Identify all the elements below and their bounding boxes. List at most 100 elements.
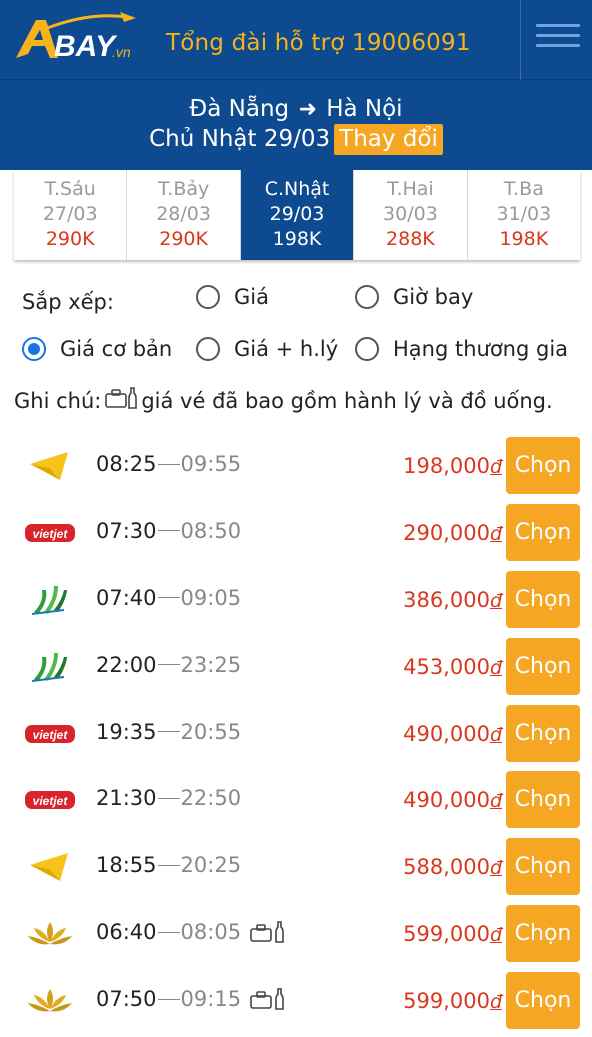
radio-icon[interactable]: [355, 285, 379, 309]
flight-row: vietjet 19:35 20:55 490,000đ Chọn: [0, 700, 592, 767]
fare-note: Ghi chú: giá vé đã bao gồm hành lý và đồ…: [14, 386, 553, 415]
flight-times: 18:55 20:25: [96, 853, 241, 877]
flight-row: 22:00 23:25 453,000đ Chọn: [0, 633, 592, 700]
arrival-time: 20:25: [180, 853, 242, 878]
sort-option-label: Giá: [234, 285, 269, 309]
select-flight-button[interactable]: Chọn: [506, 570, 580, 628]
time-separator: [157, 931, 180, 933]
logo-text: BAY: [54, 30, 118, 63]
flight-price: 599,000đ: [403, 922, 502, 946]
date-tab[interactable]: T.Bảy 28/03 290K: [127, 170, 241, 260]
departure-time: 07:40: [96, 585, 157, 610]
select-flight-button[interactable]: Chọn: [506, 771, 580, 829]
time-separator: [157, 864, 180, 866]
flight-row: 08:25 09:55 198,000đ Chọn: [0, 432, 592, 499]
flight-list: 08:25 09:55 198,000đ Chọn vietjet 07:30 08:50 2…: [0, 432, 592, 1034]
tab-day: T.Ba: [503, 178, 544, 200]
tab-day: T.Bảy: [157, 178, 210, 200]
radio-icon[interactable]: [196, 285, 220, 309]
arrival-time: 23:25: [180, 652, 242, 677]
flight-price: 588,000đ: [403, 855, 502, 879]
bamboo-airways-logo-icon: [31, 585, 67, 615]
select-flight-button[interactable]: Chọn: [506, 503, 580, 561]
abay-logo[interactable]: BAY .vn: [12, 10, 142, 66]
select-flight-button[interactable]: Chọn: [506, 838, 580, 896]
departure-time: 19:35: [96, 719, 157, 744]
price-value: 588,000: [403, 855, 490, 880]
jetstar-logo-icon: [30, 452, 68, 480]
select-flight-button[interactable]: Chọn: [506, 437, 580, 494]
route-summary: Đà Nẵng ➜ Hà Nội Chủ Nhật 29/03 Thay đổi: [0, 80, 592, 170]
menu-divider: [520, 0, 521, 80]
arrival-time: 09:05: [180, 585, 242, 610]
sort-option-price[interactable]: Giá: [196, 285, 269, 309]
sort-option-fare-baggage[interactable]: Giá + h.lý: [196, 337, 338, 361]
radio-icon[interactable]: [196, 337, 220, 361]
currency-symbol: đ: [489, 857, 502, 880]
time-separator: [157, 664, 180, 666]
currency-symbol: đ: [489, 522, 502, 545]
sort-option-label: Hạng thương gia: [393, 337, 569, 361]
sort-option-flight-time[interactable]: Giờ bay: [355, 285, 473, 309]
hamburger-icon[interactable]: [536, 24, 580, 54]
departure-time: 06:40: [96, 920, 157, 945]
date-tab[interactable]: T.Hai 30/03 288K: [354, 170, 468, 260]
radio-selected-icon[interactable]: [22, 337, 46, 361]
departure-time: 07:50: [96, 987, 157, 1012]
tab-date: 31/03: [496, 203, 552, 225]
vietjet-logo-icon: vietjet: [25, 791, 75, 810]
vietjet-logo-icon: vietjet: [25, 724, 75, 743]
arrival-time: 09:15: [180, 987, 242, 1012]
arrival-time: 20:55: [180, 719, 242, 744]
departure-time: 21:30: [96, 786, 157, 811]
flight-times: 07:30 08:50: [96, 519, 241, 543]
currency-symbol: đ: [489, 790, 502, 813]
flight-times: 21:30 22:50: [96, 786, 241, 810]
sort-option-base-fare[interactable]: Giá cơ bản: [22, 337, 172, 361]
tab-day: C.Nhật: [264, 178, 330, 200]
route-line: Đà Nẵng ➜ Hà Nội: [0, 96, 592, 122]
flight-row: 07:50 09:15 599,000đ Chọn: [0, 967, 592, 1034]
arrival-time: 09:55: [180, 452, 242, 476]
flight-price: 599,000đ: [403, 989, 502, 1013]
currency-symbol: đ: [489, 589, 502, 612]
flight-times: 06:40 08:05: [96, 920, 287, 944]
departure-time: 07:30: [96, 518, 157, 543]
baggage-drink-icon: [249, 987, 287, 1011]
select-flight-button[interactable]: Chọn: [506, 637, 580, 695]
tab-price: 198K: [499, 228, 549, 250]
arrow-right-icon: ➜: [298, 97, 317, 122]
tab-price: 198K: [272, 228, 322, 250]
select-flight-button[interactable]: Chọn: [506, 972, 580, 1030]
vietjet-logo-icon: vietjet: [25, 523, 75, 542]
origin-city: Đà Nẵng: [189, 96, 290, 122]
price-value: 599,000: [403, 989, 490, 1014]
flight-price: 453,000đ: [403, 655, 502, 679]
date-tab[interactable]: T.Ba 31/03 198K: [468, 170, 580, 260]
sort-option-label: Giá cơ bản: [60, 337, 173, 361]
price-value: 290,000: [403, 520, 490, 545]
note-text: giá vé đã bao gồm hành lý và đồ uống.: [141, 388, 553, 413]
hotline-text[interactable]: Tổng đài hỗ trợ 19006091: [166, 30, 471, 56]
time-separator: [157, 797, 180, 799]
tab-date: 30/03: [383, 203, 438, 225]
date-tab[interactable]: T.Sáu 27/03 290K: [14, 170, 128, 260]
vietnam-airlines-logo-icon: [28, 922, 72, 945]
price-value: 599,000: [403, 922, 490, 947]
travel-date: Chủ Nhật 29/03: [149, 126, 331, 152]
select-flight-button[interactable]: Chọn: [506, 704, 580, 762]
time-separator: [157, 731, 180, 733]
baggage-drink-icon: [249, 920, 287, 944]
arrival-time: 22:50: [180, 786, 242, 811]
departure-time: 18:55: [96, 853, 157, 878]
change-date-button[interactable]: Thay đổi: [334, 124, 443, 155]
date-line: Chủ Nhật 29/03 Thay đổi: [0, 124, 592, 155]
date-tab[interactable]: C.Nhật 29/03 198K: [240, 170, 355, 260]
flight-times: 19:35 20:55: [96, 720, 241, 744]
sort-option-business-class[interactable]: Hạng thương gia: [355, 337, 568, 361]
flight-times: 07:50 09:15: [96, 987, 287, 1011]
radio-icon[interactable]: [355, 337, 379, 361]
tab-date: 27/03: [42, 203, 98, 225]
select-flight-button[interactable]: Chọn: [506, 905, 580, 963]
flight-times: 22:00 23:25: [96, 653, 241, 677]
